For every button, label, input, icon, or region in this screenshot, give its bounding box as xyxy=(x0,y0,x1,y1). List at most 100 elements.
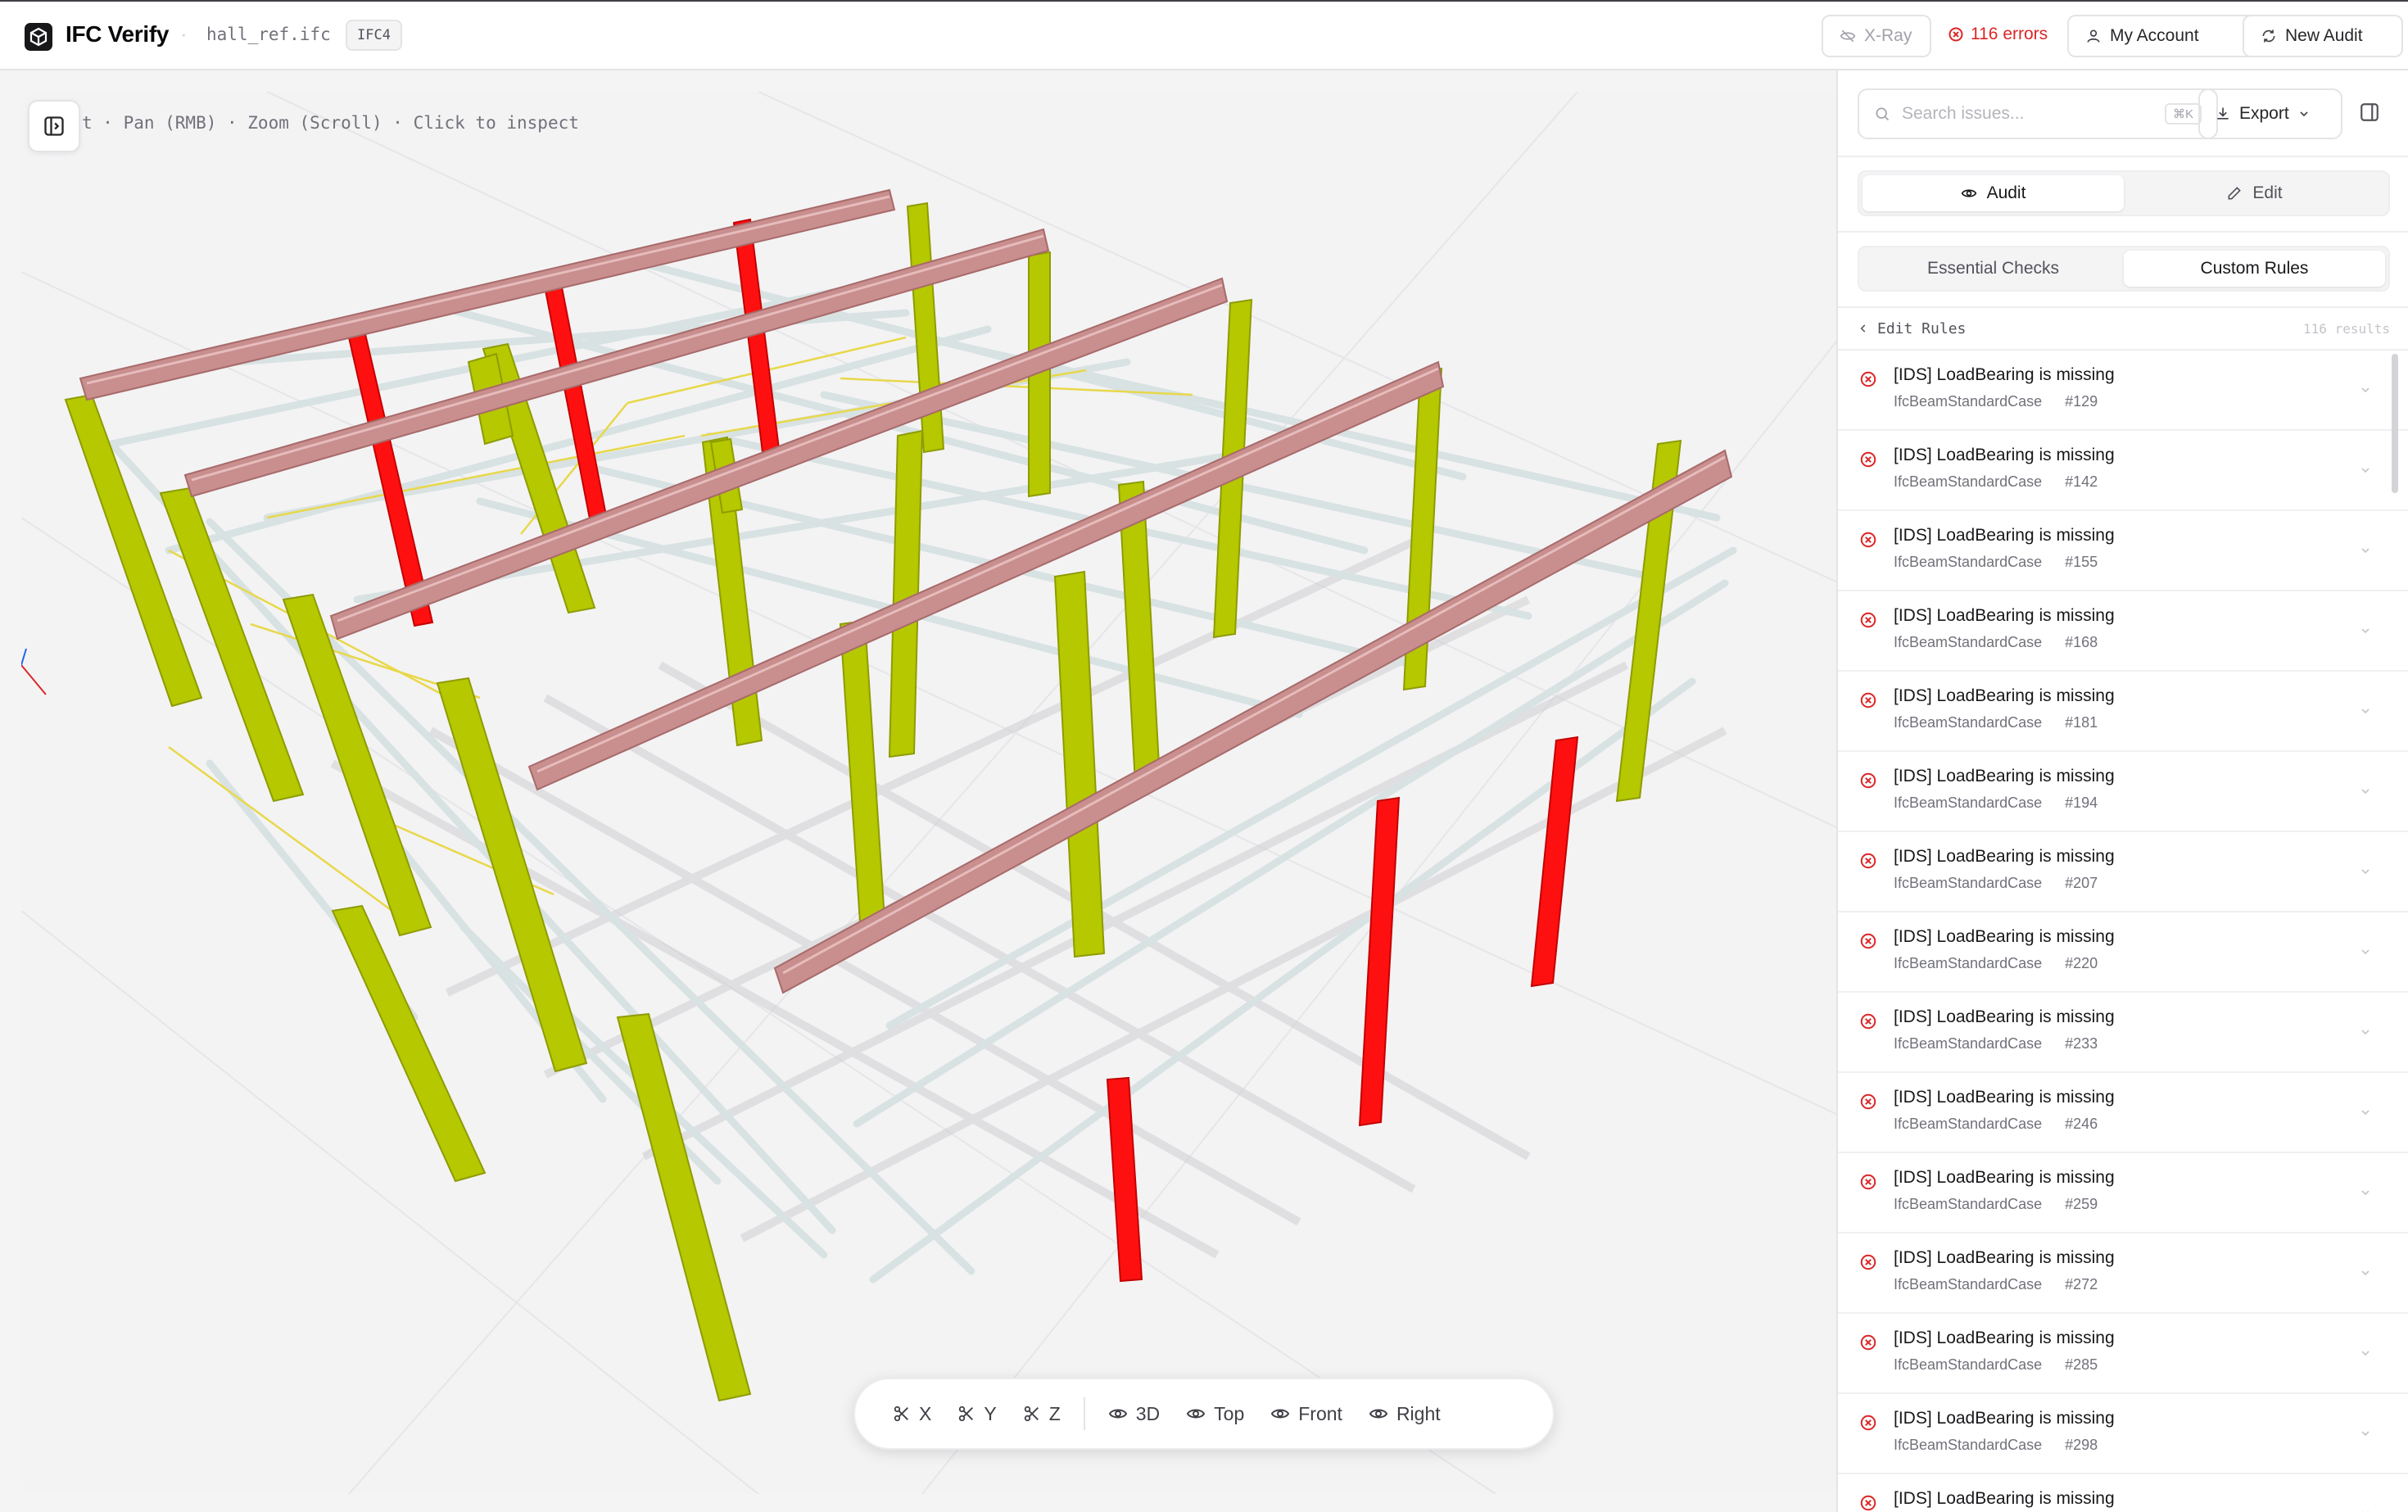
clip-x-button[interactable]: X xyxy=(880,1391,944,1437)
issue-row[interactable]: [IDS] LoadBearing is missing IfcBeamStand… xyxy=(1838,1394,2408,1474)
issue-entity-type: IfcBeamStandardCase xyxy=(1894,393,2043,410)
eye-icon xyxy=(1271,1409,1290,1419)
viewer-hint: t · Pan (RMB) · Zoom (Scroll) · Click to… xyxy=(82,113,579,133)
issue-row[interactable]: [IDS] LoadBearing is missing IfcBeamStand… xyxy=(1838,912,2408,993)
clip-y-button[interactable]: Y xyxy=(944,1391,1009,1437)
chevron-down-icon[interactable] xyxy=(2359,544,2372,557)
issue-row[interactable]: [IDS] LoadBearing is missing IfcBeamStand… xyxy=(1838,832,2408,912)
tab-custom-rules[interactable]: Custom Rules xyxy=(2124,251,2385,287)
new-audit-button[interactable]: New Audit xyxy=(2243,15,2403,57)
issue-row[interactable]: [IDS] LoadBearing is missing IfcBeamStand… xyxy=(1838,431,2408,511)
issue-title: [IDS] LoadBearing is missing xyxy=(1894,1248,2115,1267)
issue-row[interactable]: [IDS] LoadBearing is missing IfcBeamStand… xyxy=(1838,511,2408,591)
chevron-down-icon[interactable] xyxy=(2359,1266,2372,1279)
issue-entity-id: #194 xyxy=(2065,794,2098,811)
mode-tabs: Audit Edit xyxy=(1858,170,2390,216)
chevron-down-icon[interactable] xyxy=(2359,464,2372,477)
chevron-down-icon[interactable] xyxy=(2359,1347,2372,1360)
export-button[interactable]: Export xyxy=(2198,88,2342,139)
collapse-panel-button[interactable] xyxy=(2359,102,2380,127)
issue-entity-id: #129 xyxy=(2065,393,2098,410)
issue-entity-id: #259 xyxy=(2065,1196,2098,1212)
error-circle-icon xyxy=(1860,1093,1876,1110)
tab-essential-checks[interactable]: Essential Checks xyxy=(1863,251,2124,287)
chevron-down-icon[interactable] xyxy=(2359,1427,2372,1440)
errors-count: 116 errors xyxy=(1971,25,2048,43)
my-account-button[interactable]: My Account xyxy=(2067,15,2269,57)
issue-entity-id: #298 xyxy=(2065,1437,2098,1453)
chevron-down-icon xyxy=(2300,111,2308,117)
issue-title: [IDS] LoadBearing is missing xyxy=(1894,446,2115,464)
error-circle-icon xyxy=(1860,692,1876,708)
model-viewer[interactable]: t · Pan (RMB) · Zoom (Scroll) · Click to… xyxy=(21,92,1840,1494)
new-audit-label: New Audit xyxy=(2285,26,2363,45)
chevron-down-icon[interactable] xyxy=(2359,945,2372,958)
errors-indicator[interactable]: 116 errors xyxy=(1948,25,2048,44)
issue-row[interactable]: [IDS] LoadBearing is missing IfcBeamStand… xyxy=(1838,1314,2408,1394)
issue-entity-type: IfcBeamStandardCase xyxy=(1894,714,2043,731)
eye-icon xyxy=(1108,1409,1127,1419)
issue-row[interactable]: [IDS] LoadBearing is missing IfcBeamStand… xyxy=(1838,752,2408,832)
tab-edit[interactable]: Edit xyxy=(2124,175,2385,211)
issues-scrollbar[interactable] xyxy=(2392,354,2398,493)
issue-entity-id: #220 xyxy=(2065,955,2098,971)
search-placeholder: Search issues... xyxy=(1902,104,2025,123)
error-circle-icon xyxy=(1860,933,1876,949)
xray-label: X-Ray xyxy=(1864,26,1912,45)
separator: · xyxy=(180,21,188,46)
chevron-down-icon[interactable] xyxy=(2359,865,2372,878)
error-circle-icon xyxy=(1860,1013,1876,1030)
issue-row[interactable]: [IDS] LoadBearing is missing IfcBeamStand… xyxy=(1838,591,2408,672)
edit-rules-link[interactable]: Edit Rules xyxy=(1858,320,1966,337)
issue-meta: IfcBeamStandardCase #207 xyxy=(1894,875,2098,892)
chevron-down-icon[interactable] xyxy=(2359,1507,2372,1512)
clip-z-button[interactable]: Z xyxy=(1010,1391,1074,1437)
issue-row[interactable]: [IDS] LoadBearing is missing IfcBeamStand… xyxy=(1838,1153,2408,1234)
chevron-down-icon[interactable] xyxy=(2359,624,2372,637)
sidebar-toggle-button[interactable] xyxy=(28,100,80,152)
error-circle-icon xyxy=(1860,451,1876,468)
export-label: Export xyxy=(2239,104,2289,123)
refresh-icon xyxy=(2262,29,2275,43)
chevron-down-icon[interactable] xyxy=(2359,1106,2372,1119)
issue-entity-id: #155 xyxy=(2065,554,2098,570)
chevron-down-icon[interactable] xyxy=(2359,383,2372,396)
view-front-label: Front xyxy=(1298,1402,1342,1424)
3d-scene[interactable] xyxy=(21,92,1840,1494)
issue-row[interactable]: [IDS] LoadBearing is missing IfcBeamStand… xyxy=(1838,351,2408,431)
error-circle-icon xyxy=(1860,371,1876,387)
issue-meta: IfcBeamStandardCase #155 xyxy=(1894,554,2098,571)
view-front-button[interactable]: Front xyxy=(1257,1391,1356,1437)
xray-button[interactable]: X-Ray xyxy=(1822,15,1931,57)
chevron-down-icon[interactable] xyxy=(2359,785,2372,798)
issue-entity-id: #207 xyxy=(2065,875,2098,891)
view-top-button[interactable]: Top xyxy=(1173,1391,1257,1437)
issue-title: [IDS] LoadBearing is missing xyxy=(1894,1409,2115,1428)
chevron-down-icon[interactable] xyxy=(2359,1025,2372,1039)
app-logo[interactable] xyxy=(25,23,52,51)
error-circle-icon xyxy=(1860,1174,1876,1190)
search-issues-input[interactable]: Search issues... ⌘K xyxy=(1858,88,2218,139)
view-right-button[interactable]: Right xyxy=(1356,1391,1454,1437)
issue-row[interactable]: [IDS] LoadBearing is missing IfcBeamStand… xyxy=(1838,672,2408,752)
download-icon xyxy=(2217,107,2229,120)
issue-title: [IDS] LoadBearing is missing xyxy=(1894,1007,2115,1026)
view-3d-label: 3D xyxy=(1135,1402,1161,1424)
chevron-down-icon[interactable] xyxy=(2359,704,2372,718)
file-name: hall_ref.ifc xyxy=(206,25,331,44)
tab-essential-checks-label: Essential Checks xyxy=(1926,259,2060,278)
view-3d-button[interactable]: 3D xyxy=(1095,1391,1173,1437)
chevron-down-icon[interactable] xyxy=(2359,1186,2372,1199)
issue-entity-id: #246 xyxy=(2065,1116,2098,1132)
issue-entity-type: IfcBeamStandardCase xyxy=(1894,794,2043,811)
issue-entity-type: IfcBeamStandardCase xyxy=(1894,1356,2043,1373)
issue-row[interactable]: [IDS] LoadBearing is missing xyxy=(1838,1474,2408,1512)
divider xyxy=(1838,306,2408,308)
issue-row[interactable]: [IDS] LoadBearing is missing IfcBeamStand… xyxy=(1838,1073,2408,1153)
panel-right-icon xyxy=(2360,103,2379,121)
tab-audit[interactable]: Audit xyxy=(1863,175,2124,211)
eye-icon xyxy=(1187,1409,1206,1419)
issue-row[interactable]: [IDS] LoadBearing is missing IfcBeamStand… xyxy=(1838,1234,2408,1314)
issue-row[interactable]: [IDS] LoadBearing is missing IfcBeamStand… xyxy=(1838,993,2408,1073)
issue-meta: IfcBeamStandardCase #142 xyxy=(1894,473,2098,491)
